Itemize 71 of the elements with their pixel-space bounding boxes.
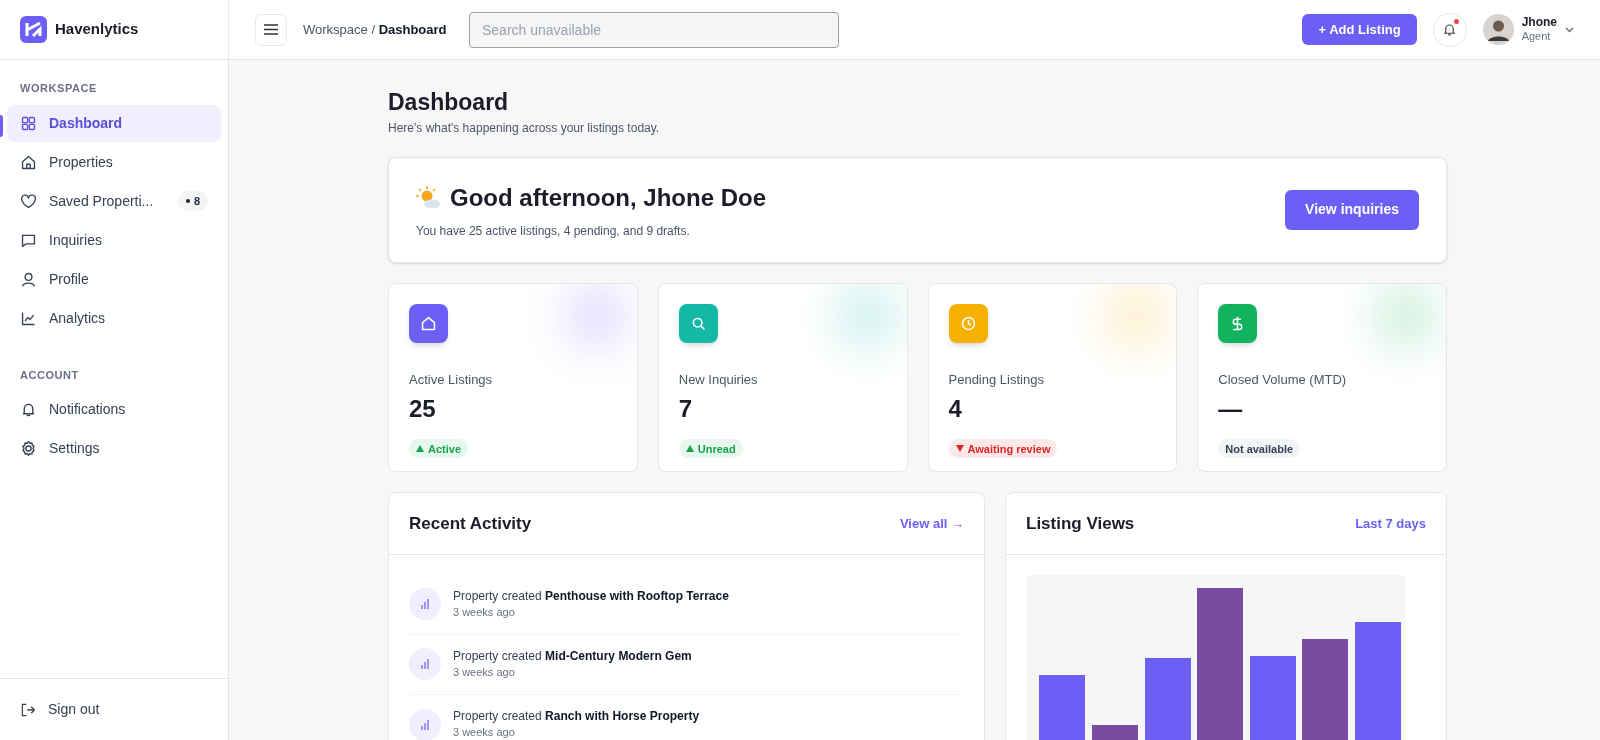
person-icon (20, 270, 37, 288)
menu-icon (264, 24, 278, 35)
status-badge: Not available (1218, 439, 1301, 459)
bell-icon (1442, 22, 1458, 37)
clock-icon (959, 314, 977, 332)
activity-time: 3 weeks ago (453, 605, 516, 620)
stat-label: Active Listings (409, 370, 494, 389)
stat-value: 25 (409, 394, 437, 425)
house-icon (20, 153, 37, 171)
range-link[interactable]: Last 7 days (1355, 513, 1426, 533)
stat-label: Closed Volume (MTD) (1218, 370, 1348, 389)
page-title: Dashboard (388, 88, 510, 117)
card-title: Recent Activity (409, 512, 532, 535)
menu-button[interactable] (255, 13, 287, 46)
brand-name: Havenlytics (55, 19, 139, 40)
count-badge: 8 (177, 190, 208, 212)
activity-text: Property created Penthouse with Rooftop Terrace (453, 588, 729, 604)
bell-icon (20, 401, 37, 418)
heart-icon (20, 192, 37, 210)
stat-value: — (1218, 394, 1244, 425)
chart-bar (1039, 674, 1085, 740)
stat-value: 7 (678, 394, 694, 425)
view-inquiries-button[interactable]: View inquiries (1285, 189, 1419, 230)
user-role: Agent (1521, 30, 1552, 44)
view-all-link[interactable]: View all → (899, 513, 964, 533)
status-badge: Active (409, 439, 469, 459)
bar-chart-icon (420, 599, 430, 610)
house-icon (420, 314, 437, 332)
stat-label: New Inquiries (678, 370, 759, 389)
logo-icon (20, 16, 47, 43)
bar-chart-icon (420, 719, 430, 730)
grid-icon (20, 114, 37, 132)
triangle-up-icon (416, 445, 424, 453)
nav-item[interactable]: Analytics (7, 299, 221, 337)
add-listing-button[interactable]: + Add Listing (1302, 14, 1417, 45)
greeting-text: You have 25 active listings, 4 pending, and 9 drafts. (416, 222, 691, 240)
activity-time: 3 weeks ago (453, 665, 516, 680)
card-title: Listing Views (1026, 512, 1135, 535)
bar-chart-icon (420, 659, 430, 670)
triangle-down-icon (955, 445, 964, 453)
activity-text: Property created Ranch with Horse Property (453, 709, 700, 725)
nav-item[interactable]: Notifications (7, 391, 221, 428)
nav-item[interactable]: Properties (7, 143, 221, 181)
activity-text: Property created Mid-Century Modern Gem (453, 648, 692, 664)
nav-item[interactable]: Inquiries (7, 221, 221, 259)
stat-value: 4 (948, 394, 963, 425)
chevron-down-icon[interactable] (1565, 26, 1574, 33)
sun-cloud-icon (416, 185, 442, 210)
sign-out-icon (20, 701, 36, 718)
status-badge: Unread (678, 439, 743, 459)
activity-time: 3 weeks ago (453, 726, 516, 740)
nav-item[interactable]: Settings (7, 430, 221, 467)
active-indicator (0, 114, 3, 137)
search-field[interactable]: Search unavailable (469, 11, 839, 48)
nav-item[interactable]: Saved Properti... 8 (7, 182, 221, 220)
status-badge: Awaiting review (948, 439, 1058, 459)
breadcrumb-parent[interactable]: Workspace / (303, 21, 375, 37)
sign-out-link[interactable]: Sign out (20, 699, 208, 720)
user-name: Jhone (1521, 15, 1557, 31)
breadcrumb-current: Dashboard (378, 21, 447, 37)
page-subtitle: Here's what's happening across your listings today. (388, 119, 661, 137)
dot-icon (185, 199, 190, 203)
stat-label: Pending Listings (948, 370, 1045, 389)
triangle-up-icon (685, 445, 694, 453)
avatar-icon (1482, 14, 1514, 45)
nav-item[interactable]: Profile (7, 260, 221, 298)
section-heading: ACCOUNT (19, 367, 80, 383)
section-heading: WORKSPACE (19, 81, 98, 96)
nav-item[interactable]: Dashboard (7, 104, 221, 142)
greeting-title: Good afternoon, Jhone Doe (450, 182, 766, 213)
gear-icon (20, 440, 37, 457)
